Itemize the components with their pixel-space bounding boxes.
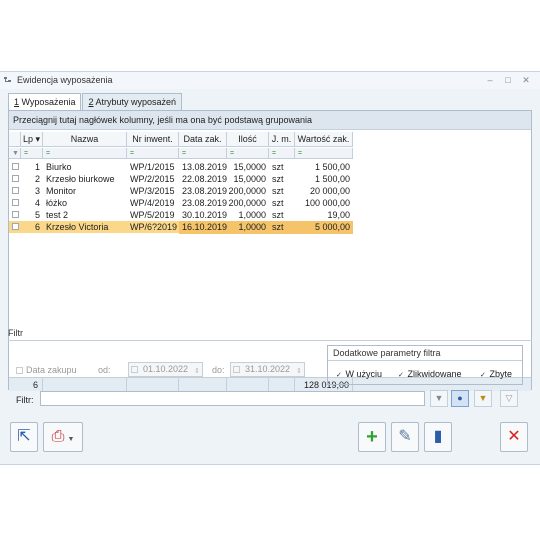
date-from-checkbox[interactable] xyxy=(131,366,138,373)
window-title: Ewidencja wyposażenia xyxy=(17,75,113,85)
equipment-window: Ewidencja wyposażenia – □ ✕ 1 Wyposażeni… xyxy=(0,71,540,465)
filter-cell-data[interactable]: = xyxy=(179,148,227,159)
filter-options-group: Dodatkowe parametry filtra ✓ W użyciu ✓ … xyxy=(327,345,523,385)
filter-cell-nr[interactable]: = xyxy=(127,148,179,159)
date-to-checkbox[interactable] xyxy=(233,366,240,373)
print-menu-icon[interactable]: ⎙ ▼ xyxy=(43,422,83,452)
table-row[interactable]: 5 test 2 WP/5/2019 30.10.2019 1,0000 szt 19,00 xyxy=(9,209,353,221)
funnel-disabled-icon[interactable]: ▽ xyxy=(500,390,518,407)
summary-count: 6 xyxy=(9,378,43,392)
export-icon[interactable]: ⇱ xyxy=(10,422,38,452)
summary-cell xyxy=(127,378,179,392)
table-row[interactable]: 6 Krzesło Victoria WP/6?2019 16.10.2019 1,00… xyxy=(9,221,353,234)
table-row[interactable]: 1 Biurko WP/1/2015 13.08.2019 15,0000 szt 1 50… xyxy=(9,161,353,173)
option-zbyte[interactable]: ✓ Zbyte xyxy=(480,369,512,379)
minimize-button[interactable]: – xyxy=(484,74,496,86)
date-from-input[interactable]: 01.10.2022 ⇕ xyxy=(128,362,203,377)
table-row[interactable]: 2 Krzesło biurkowe WP/2/2015 22.08.2019 15,0… xyxy=(9,173,353,185)
column-header-data-zak[interactable]: Data zak. xyxy=(179,132,227,147)
title-bar: Ewidencja wyposażenia – □ ✕ xyxy=(0,72,540,89)
cell-nazwa: Krzesło Victoria xyxy=(46,222,109,232)
spinner-icon[interactable]: ⇕ xyxy=(194,365,200,378)
row-checkbox[interactable] xyxy=(12,187,19,194)
column-header-lp[interactable]: Lp ▾ xyxy=(21,132,43,147)
cell-jm: szt xyxy=(269,221,295,234)
column-header-nr-inwent[interactable]: Nr inwent. xyxy=(127,132,179,147)
date-to-input[interactable]: 31.10.2022 ⇕ xyxy=(230,362,305,377)
filter-cell-ilosc[interactable]: = xyxy=(227,148,269,159)
row-checkbox[interactable] xyxy=(12,223,19,230)
filter-divider xyxy=(8,340,532,341)
summary-cell xyxy=(179,378,227,392)
checkmark-icon: ✓ xyxy=(336,372,342,379)
tab-atrybuty[interactable]: 2 Atrybuty wyposażeń xyxy=(82,93,183,110)
row-checkbox[interactable] xyxy=(12,199,19,206)
tab-wyposazenia[interactable]: 1 Wyposażenia xyxy=(8,93,82,111)
close-icon[interactable]: ✕ xyxy=(500,422,528,452)
date-from-label: od: xyxy=(98,365,111,375)
summary-cell xyxy=(227,378,269,392)
option-w-uzyciu[interactable]: ✓ W użyciu xyxy=(336,369,382,379)
filter-section-title: Filtr xyxy=(8,328,23,338)
delete-bin-icon[interactable]: ▮ xyxy=(424,422,452,452)
date-to-label: do: xyxy=(212,365,225,375)
table-row[interactable]: 3 Monitor WP/3/2015 23.08.2019 200,0000 szt 20… xyxy=(9,185,353,197)
date-filter-checkbox[interactable]: Data zakupu xyxy=(16,365,77,375)
cell-wartosc: 5 000,00 xyxy=(295,221,353,234)
filter-text-label: Filtr: xyxy=(16,395,34,405)
checkmark-icon: ✓ xyxy=(480,372,486,379)
filter-cell-wartosc[interactable]: = xyxy=(295,148,353,159)
funnel-active-icon[interactable]: ● xyxy=(451,390,469,407)
tab-bar: 1 Wyposażenia 2 Atrybuty wyposażeń xyxy=(8,93,183,111)
funnel-clear-icon[interactable]: ▼ xyxy=(474,390,492,407)
row-checkbox[interactable] xyxy=(12,211,19,218)
funnel-icon[interactable]: ▼ xyxy=(430,390,448,407)
filter-cell-lp[interactable]: = xyxy=(21,148,43,159)
cell-data: 16.10.2019 xyxy=(179,221,227,234)
checkmark-icon: ✓ xyxy=(398,372,404,379)
column-header-wartosc[interactable]: Wartość zak. xyxy=(295,132,353,147)
filter-cell-nazwa[interactable]: = xyxy=(43,148,127,159)
spinner-icon[interactable]: ⇕ xyxy=(296,365,302,378)
column-header-ilosc[interactable]: Ilość xyxy=(227,132,269,147)
cell-nr: WP/6?2019 xyxy=(130,222,178,232)
group-by-hint[interactable]: Przeciągnij tutaj nagłówek kolumny, jeśl… xyxy=(9,111,531,130)
filter-text-input[interactable] xyxy=(40,391,425,406)
row-checkbox[interactable] xyxy=(12,163,19,170)
row-checkbox[interactable] xyxy=(12,175,19,182)
edit-icon[interactable]: ✎ xyxy=(391,422,419,452)
cell-lp: 6 xyxy=(34,222,40,232)
filter-options-title: Dodatkowe parametry filtra xyxy=(333,348,441,358)
maximize-button[interactable]: □ xyxy=(502,74,514,86)
filter-cell-jm[interactable]: = xyxy=(269,148,295,159)
cell-ilosc: 1,0000 xyxy=(227,221,269,234)
add-icon[interactable]: + xyxy=(358,422,386,452)
close-window-button[interactable]: ✕ xyxy=(520,74,532,86)
summary-cell xyxy=(43,378,127,392)
table-row[interactable]: 4 łóżko WP/4/2019 23.08.2019 200,0000 szt 100 … xyxy=(9,197,353,209)
filter-row-icon: ▼ xyxy=(9,148,21,159)
tree-icon xyxy=(4,76,13,85)
summary-cell xyxy=(269,378,295,392)
column-header-jm[interactable]: J. m. xyxy=(269,132,295,147)
row-selector-header xyxy=(9,132,21,147)
option-zlikwidowane[interactable]: ✓ Zlikwidowane xyxy=(398,369,462,379)
column-header-nazwa[interactable]: Nazwa xyxy=(43,132,127,147)
filter-options-divider xyxy=(328,360,522,361)
